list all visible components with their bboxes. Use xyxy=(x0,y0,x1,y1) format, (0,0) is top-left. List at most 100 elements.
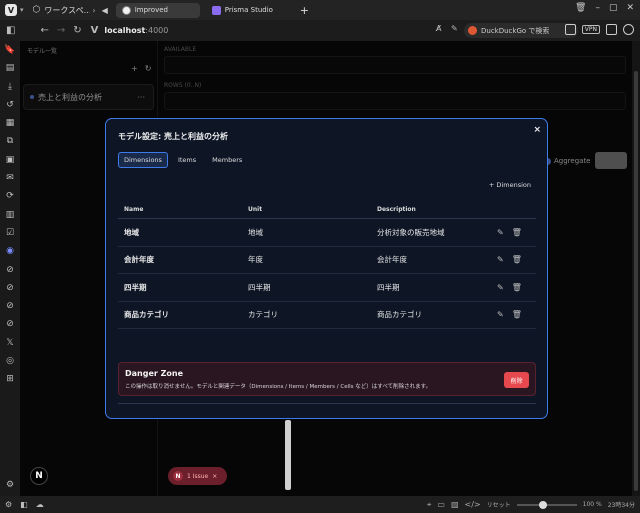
vivaldi-menu-button[interactable]: V xyxy=(5,4,17,16)
tasks-icon[interactable]: ☑ xyxy=(6,224,14,242)
nextjs-icon: N xyxy=(173,471,183,481)
close-button[interactable]: ✕ xyxy=(626,3,634,13)
edit-icon[interactable]: ✎ xyxy=(451,24,458,33)
window-controls: 🗑 – ▢ ✕ xyxy=(575,3,634,13)
trash-icon[interactable]: 🗑 xyxy=(512,228,522,237)
clock: 23時34分 xyxy=(607,502,635,509)
chevron-down-icon[interactable]: ▾ xyxy=(20,6,24,14)
speaker-icon[interactable]: ◀ xyxy=(102,6,108,15)
issues-badge[interactable]: N 1 Issue × xyxy=(168,467,227,485)
tab-dimensions[interactable]: Dimensions xyxy=(118,152,168,168)
add-dimension-button[interactable]: + Dimension xyxy=(489,181,531,189)
add-panel-icon[interactable]: ⊞ xyxy=(6,370,14,388)
row-actions: ✎ 🗑 xyxy=(497,283,536,292)
close-icon[interactable]: × xyxy=(212,473,217,480)
duckduckgo-icon xyxy=(468,26,477,35)
workspace-label[interactable]: ワークスペ… xyxy=(44,5,90,16)
edit-pencil-icon[interactable]: ✎ xyxy=(497,283,504,292)
contacts-icon[interactable]: ▥ xyxy=(6,206,15,224)
scrollbar-thumb[interactable] xyxy=(634,71,638,491)
page-scrollbar[interactable] xyxy=(632,41,640,496)
trash-icon[interactable]: 🗑 xyxy=(512,310,522,319)
tab-prisma-studio[interactable]: Prisma Studio xyxy=(206,3,294,18)
code-icon[interactable]: </> xyxy=(465,500,481,509)
mail-icon[interactable]: ✉ xyxy=(6,169,14,187)
close-icon[interactable]: × xyxy=(533,125,541,135)
table-row: 商品カテゴリ カテゴリ 商品カテゴリ ✎ 🗑 xyxy=(118,302,536,329)
tab-members[interactable]: Members xyxy=(206,152,248,168)
url-field[interactable]: localhost:4000 xyxy=(104,26,168,35)
download-icon[interactable]: ⤓ xyxy=(8,78,12,96)
cell-unit: 地域 xyxy=(248,227,263,237)
cell-unit: 年度 xyxy=(248,255,263,265)
window-icon[interactable] xyxy=(606,24,617,35)
cell-name: 地域 xyxy=(124,227,139,237)
vpn-button[interactable]: VPN xyxy=(581,25,600,34)
dimensions-table: Name Unit Description 地域 地域 分析対象の販売地域 ✎ 🗑… xyxy=(118,201,536,329)
profile-avatar[interactable] xyxy=(623,24,634,35)
header-unit: Unit xyxy=(248,206,263,213)
zoom-reset-button[interactable]: リセット xyxy=(487,500,511,509)
new-tab-button[interactable]: + xyxy=(300,4,309,17)
panel-toggle-icon[interactable]: ◧ xyxy=(20,500,28,509)
trash-icon[interactable]: 🗑 xyxy=(512,255,522,264)
status-right: ⌖ ▭ ▨ </> リセット 100 % 23時34分 xyxy=(427,500,635,510)
x-icon[interactable]: 𝕏 xyxy=(6,334,13,352)
feed-icon[interactable]: ⟳ xyxy=(6,187,14,205)
forward-arrow-icon[interactable]: → xyxy=(57,25,65,36)
tab-label: Improved xyxy=(134,6,168,14)
cell-description: 四半期 xyxy=(377,282,400,292)
reload-icon[interactable]: ↻ xyxy=(73,25,81,36)
tab-improved[interactable]: Improved xyxy=(115,2,200,18)
cloud-sync-icon[interactable]: ☁ xyxy=(36,500,44,509)
settings-gear-icon[interactable]: ⚙ xyxy=(6,480,14,490)
search-input[interactable]: DuckDuckGo で検索 xyxy=(464,23,578,38)
mastodon-icon[interactable]: ◉ xyxy=(6,242,14,260)
search-placeholder: DuckDuckGo で検索 xyxy=(481,26,550,35)
nextjs-dev-indicator[interactable]: N xyxy=(30,467,48,485)
trash-icon[interactable]: 🗑 xyxy=(575,3,586,13)
cell-name: 商品カテゴリ xyxy=(124,310,169,320)
capture-icon[interactable]: ⌖ xyxy=(427,500,432,510)
web-panel-icon[interactable]: ◎ xyxy=(6,352,14,370)
trash-icon[interactable]: 🗑 xyxy=(512,283,522,292)
zoom-slider-knob[interactable] xyxy=(538,500,547,509)
cell-name: 四半期 xyxy=(124,282,147,292)
bookmark-icon[interactable]: 🔖 xyxy=(4,41,15,59)
resize-handle[interactable] xyxy=(285,420,291,490)
reading-list-icon[interactable]: ▤ xyxy=(6,59,15,77)
zoom-slider[interactable] xyxy=(516,500,577,509)
tiling-icon[interactable]: ▭ xyxy=(437,500,445,509)
row-actions: ✎ 🗑 xyxy=(497,310,536,319)
back-arrow-icon[interactable]: ← xyxy=(40,25,48,36)
workspace-icon[interactable]: ⬡ xyxy=(33,5,41,15)
web-panel-icon[interactable]: ⊘ xyxy=(6,297,14,315)
row-actions: ✎ 🗑 xyxy=(497,228,536,237)
workspace-chevron-icon[interactable]: › xyxy=(92,6,95,15)
minimize-button[interactable]: – xyxy=(595,3,600,13)
calendar-icon[interactable]: ▣ xyxy=(6,151,15,169)
window-panel-icon[interactable]: ⧉ xyxy=(7,132,13,150)
notes-icon[interactable]: ▦ xyxy=(6,114,15,132)
history-icon[interactable]: ↺ xyxy=(6,96,14,114)
panel-toggle-icon[interactable]: ◧ xyxy=(6,25,15,36)
image-icon[interactable]: ▨ xyxy=(451,500,459,509)
web-panel-icon[interactable]: ⊘ xyxy=(6,279,14,297)
edit-pencil-icon[interactable]: ✎ xyxy=(497,228,504,237)
reader-icon[interactable] xyxy=(564,24,576,35)
web-panel-icon[interactable]: ⊘ xyxy=(6,261,14,279)
delete-model-button[interactable]: 削除 xyxy=(504,372,529,388)
site-icon[interactable]: V xyxy=(91,25,99,36)
translate-icon[interactable]: A̸ xyxy=(436,24,441,33)
modal-title: モデル設定: 売上と利益の分析 xyxy=(118,132,228,141)
tab-items[interactable]: Items xyxy=(172,152,202,168)
danger-zone-description: この操作は取り消せません。モデルと関連データ（Dimensions / Item… xyxy=(125,384,432,390)
web-panel-icon[interactable]: ⊘ xyxy=(6,315,14,333)
table-row: 会計年度 年度 会計年度 ✎ 🗑 xyxy=(118,247,536,274)
edit-pencil-icon[interactable]: ✎ xyxy=(497,310,504,319)
maximize-button[interactable]: ▢ xyxy=(609,3,618,13)
edit-pencil-icon[interactable]: ✎ xyxy=(497,255,504,264)
settings-gear-icon[interactable]: ⚙ xyxy=(5,500,12,509)
status-left: ⚙ ◧ ☁ xyxy=(5,500,44,509)
modal-tabs: Dimensions Items Members xyxy=(118,152,248,168)
